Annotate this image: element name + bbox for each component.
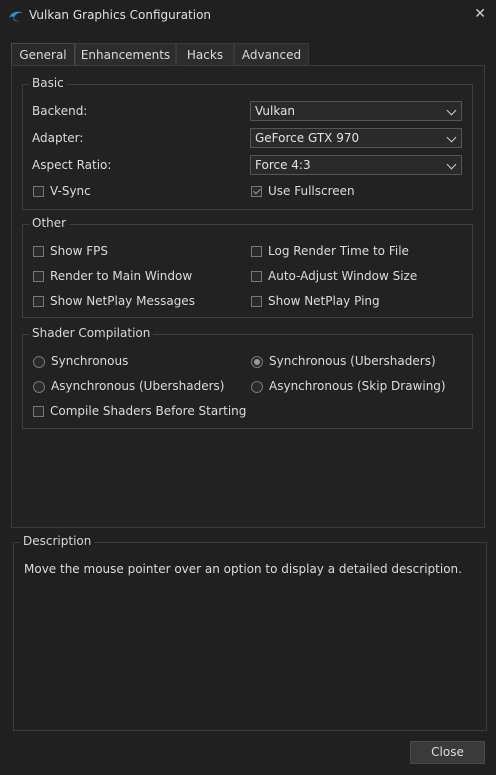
auto-adjust-window-checkbox[interactable] (251, 271, 262, 282)
adapter-label: Adapter: (32, 131, 84, 145)
other-legend: Other (29, 216, 70, 230)
netplay-messages-checkbox[interactable] (33, 296, 44, 307)
chevron-down-icon (446, 159, 457, 170)
log-render-time-label[interactable]: Log Render Time to File (268, 244, 409, 258)
tab-general[interactable]: General (11, 43, 75, 65)
backend-label: Backend: (32, 104, 88, 118)
shader-compilation-legend: Shader Compilation (29, 326, 154, 340)
show-fps-checkbox[interactable] (33, 246, 44, 257)
close-button[interactable]: Close (410, 741, 485, 764)
tab-hacks[interactable]: Hacks (176, 43, 234, 65)
synchronous-label[interactable]: Synchronous (51, 354, 128, 368)
window-close-icon[interactable]: ✕ (474, 6, 486, 22)
backend-select[interactable]: Vulkan (250, 101, 462, 121)
netplay-ping-label[interactable]: Show NetPlay Ping (268, 294, 380, 308)
aspect-ratio-value: Force 4:3 (255, 158, 311, 172)
dolphin-logo-icon (9, 11, 23, 22)
netplay-ping-checkbox[interactable] (251, 296, 262, 307)
render-main-window-checkbox[interactable] (33, 271, 44, 282)
vsync-label[interactable]: V-Sync (50, 184, 91, 198)
adapter-select[interactable]: GeForce GTX 970 (250, 128, 462, 148)
aspect-ratio-select[interactable]: Force 4:3 (250, 155, 462, 175)
fullscreen-checkbox[interactable] (251, 186, 262, 197)
fullscreen-label[interactable]: Use Fullscreen (268, 184, 355, 198)
chevron-down-icon (446, 132, 457, 143)
log-render-time-checkbox[interactable] (251, 246, 262, 257)
other-group: Other Show FPS Log Render Time to File R… (22, 216, 473, 318)
asynchronous-skip-drawing-radio[interactable] (251, 381, 263, 393)
asynchronous-ubershaders-label[interactable]: Asynchronous (Ubershaders) (51, 379, 224, 393)
shader-compilation-group: Shader Compilation Synchronous Synchrono… (22, 326, 473, 429)
description-legend: Description (20, 534, 95, 548)
compile-before-starting-label[interactable]: Compile Shaders Before Starting (50, 404, 246, 418)
tab-advanced[interactable]: Advanced (234, 43, 309, 65)
adapter-value: GeForce GTX 970 (255, 131, 360, 145)
netplay-messages-label[interactable]: Show NetPlay Messages (50, 294, 195, 308)
render-main-window-label[interactable]: Render to Main Window (50, 269, 192, 283)
basic-group: Basic Backend: Vulkan Adapter: GeForce G… (22, 76, 473, 210)
window-title: Vulkan Graphics Configuration (29, 8, 212, 22)
basic-legend: Basic (29, 76, 67, 90)
aspect-ratio-label: Aspect Ratio: (32, 158, 112, 172)
synchronous-radio[interactable] (33, 356, 45, 368)
synchronous-ubershaders-radio[interactable] (251, 356, 263, 368)
asynchronous-skip-drawing-label[interactable]: Asynchronous (Skip Drawing) (269, 379, 446, 393)
auto-adjust-window-label[interactable]: Auto-Adjust Window Size (268, 269, 417, 283)
show-fps-label[interactable]: Show FPS (50, 244, 108, 258)
vsync-checkbox[interactable] (33, 186, 44, 197)
synchronous-ubershaders-label[interactable]: Synchronous (Ubershaders) (269, 354, 436, 368)
description-group: Description Move the mouse pointer over … (13, 534, 487, 731)
general-tab-panel: Basic Backend: Vulkan Adapter: GeForce G… (11, 65, 485, 528)
tab-enhancements[interactable]: Enhancements (75, 43, 176, 65)
backend-value: Vulkan (255, 104, 296, 118)
description-text: Move the mouse pointer over an option to… (24, 562, 462, 576)
asynchronous-ubershaders-radio[interactable] (33, 381, 45, 393)
title-bar: Vulkan Graphics Configuration ✕ (0, 0, 496, 32)
chevron-down-icon (446, 105, 457, 116)
compile-before-starting-checkbox[interactable] (33, 406, 44, 417)
